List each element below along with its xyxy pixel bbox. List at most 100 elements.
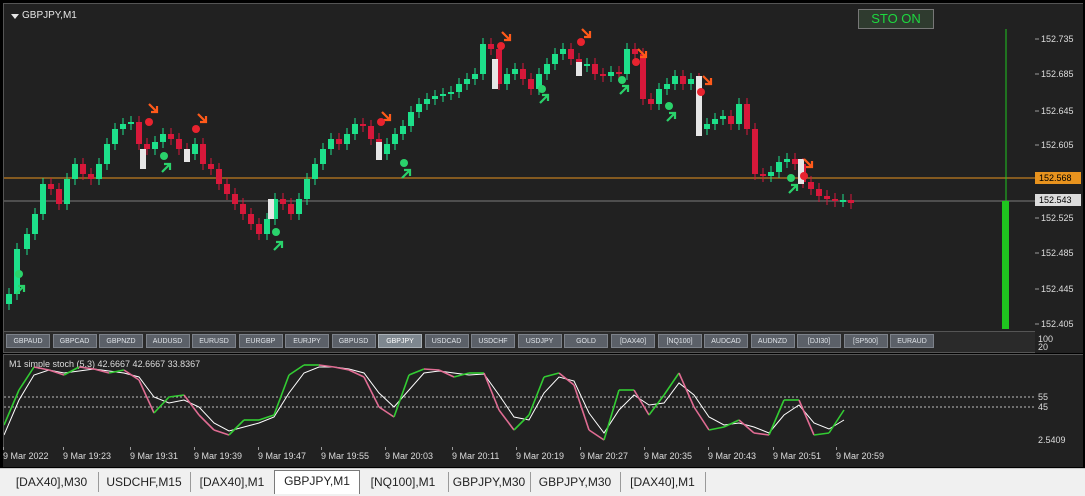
candle: [688, 73, 694, 90]
candle: [744, 98, 750, 135]
neutral-candle: [184, 149, 190, 162]
last-price-label: 152.543: [1039, 195, 1072, 205]
symbol-button-gold[interactable]: GOLD: [564, 334, 608, 348]
candle: [48, 178, 54, 195]
symbol-button-gbpjpy[interactable]: GBPJPY: [378, 334, 422, 348]
symbol-button-usdcad[interactable]: USDCAD: [424, 334, 469, 348]
price-axis-label: 152.685: [1041, 69, 1074, 79]
price-chart[interactable]: GBPJPY,M1 STO ON: [3, 3, 1036, 332]
time-axis-label: 9 Mar 19:23: [63, 451, 112, 461]
time-axis-label: 9 Mar 19:47: [258, 451, 307, 461]
stoch-axis-45: 45: [1038, 402, 1049, 412]
stochastic-plot: [4, 364, 1035, 441]
symbol-button-eurjpy[interactable]: EURJPY: [285, 334, 329, 348]
time-tick: [516, 447, 517, 450]
stoch-main-line-segment: [393, 374, 410, 418]
symbol-button-dji30[interactable]: [DJI30]: [797, 334, 841, 348]
symbol-button-gbpcad[interactable]: GBPCAD: [52, 334, 97, 348]
candle: [208, 158, 214, 175]
symbol-button-usdjpy[interactable]: USDJPY: [517, 334, 562, 348]
candle: [552, 48, 558, 70]
symbol-button-gbpusd[interactable]: GBPUSD: [331, 334, 376, 348]
sell-signal-dot: [577, 38, 585, 46]
chart-tab[interactable]: GBPJPY,M30: [448, 472, 531, 492]
stoch-main-line-segment: [558, 372, 575, 386]
candle: [704, 118, 710, 135]
symbol-switcher-bar: GBPAUD GBPCAD GBPNZD AUDUSD EURUSD EURGBP EURJ…: [3, 331, 1036, 353]
symbol-button-usdchf[interactable]: USDCHF: [471, 334, 515, 348]
stochastic-pane[interactable]: M1 simple stoch (5,3) 42.6667 42.6667 33…: [3, 354, 1036, 448]
stoch-main-line-segment: [123, 369, 140, 381]
symbol-button-audnzd[interactable]: AUDNZD: [750, 334, 795, 348]
neutral-candle: [268, 199, 274, 219]
candle: [32, 208, 38, 240]
symbol-button-eurgbp[interactable]: EURGBP: [238, 334, 283, 348]
candle: [312, 158, 318, 185]
symbol-button-audcad[interactable]: AUDCAD: [704, 334, 748, 348]
candle: [296, 193, 302, 220]
candle: [472, 68, 478, 85]
symbol-button-dax40[interactable]: [DAX40]: [611, 334, 655, 348]
time-axis-label: 9 Mar 20:27: [580, 451, 629, 461]
candle: [320, 143, 326, 170]
stoch-main-line-segment: [798, 399, 815, 436]
time-axis-label: 9 Mar 19:39: [194, 451, 243, 461]
chart-tab[interactable]: GBPJPY,M1: [274, 470, 360, 494]
sell-signal-dot: [377, 118, 385, 126]
chart-tab[interactable]: [NQ100],M1: [358, 472, 449, 492]
buy-signal-dot: [618, 76, 626, 84]
price-axis-label: 152.485: [1041, 248, 1074, 258]
sell-signal-dot: [632, 58, 640, 66]
candle: [624, 43, 630, 80]
stoch-upper-axis: 100 20: [1035, 331, 1083, 353]
symbol-button-nq100[interactable]: [NQ100]: [657, 334, 702, 348]
bid-price-label: 152.568: [1039, 173, 1072, 183]
chart-tab[interactable]: USDCHF,M15: [98, 472, 191, 492]
sell-arrow-icon: [702, 75, 713, 86]
chart-tab[interactable]: [DAX40],M1: [190, 472, 275, 492]
chart-tab[interactable]: [DAX40],M30: [5, 472, 99, 492]
time-tick: [452, 447, 453, 450]
buy-arrow-icon: [619, 84, 630, 95]
stoch-main-line-segment: [753, 432, 770, 436]
candle: [88, 168, 94, 185]
buy-arrow-icon: [273, 240, 284, 251]
symbol-button-euraud[interactable]: EURAUD: [890, 334, 934, 348]
candle: [152, 136, 158, 155]
candle: [608, 66, 614, 82]
stoch-main-line-segment: [543, 372, 560, 378]
candle: [832, 193, 838, 207]
candle: [96, 158, 102, 185]
price-axis-label: 152.525: [1041, 213, 1074, 223]
sell-arrow-icon: [197, 113, 208, 124]
sell-signal-dot: [800, 172, 808, 180]
candle: [560, 43, 566, 60]
symbol-button-sp500[interactable]: [SP500]: [843, 334, 888, 348]
buy-signal-dot: [15, 270, 23, 278]
candle: [416, 98, 422, 118]
price-axis-label: 152.405: [1041, 319, 1074, 329]
time-axis-label: 9 Mar 20:51: [773, 451, 822, 461]
candle: [488, 38, 494, 55]
stoch-main-line-segment: [678, 372, 695, 408]
symbol-button-audusd[interactable]: AUDUSD: [145, 334, 190, 348]
candle: [648, 93, 654, 110]
candle: [808, 176, 814, 195]
stoch-main-line-segment: [33, 366, 50, 371]
candle: [224, 178, 230, 200]
buy-arrow-icon: [161, 162, 172, 173]
chart-tab[interactable]: GBPJPY,M30: [530, 472, 621, 492]
time-tick: [63, 447, 64, 450]
time-axis-label: 9 Mar 20:35: [644, 451, 693, 461]
price-axis-label: 152.605: [1041, 140, 1074, 150]
symbol-button-eurusd[interactable]: EURUSD: [192, 334, 236, 348]
chart-tab[interactable]: [DAX40],M1: [620, 472, 706, 492]
buy-signal-dot: [272, 228, 280, 236]
buy-arrow-icon: [401, 168, 412, 179]
price-axis-label: 152.445: [1041, 284, 1074, 294]
candle: [392, 128, 398, 150]
candle: [400, 120, 406, 140]
stoch-main-line-segment: [588, 429, 605, 441]
symbol-button-gbpaud[interactable]: GBPAUD: [6, 334, 50, 348]
symbol-button-gbpnzd[interactable]: GBPNZD: [99, 334, 143, 348]
